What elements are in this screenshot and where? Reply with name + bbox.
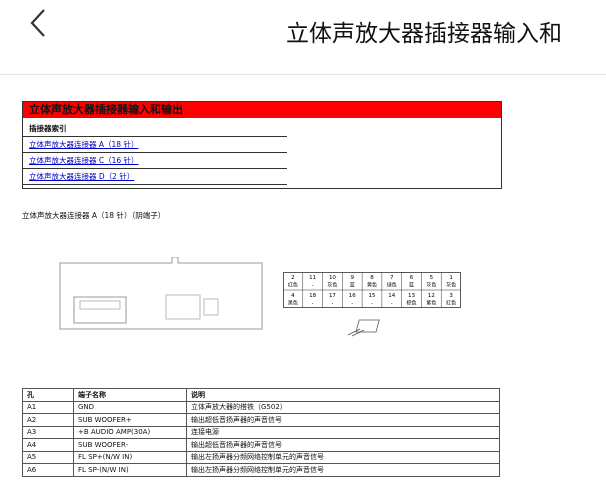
table-row: A4 SUB WOOFER- 输出超低音扬声器的声音信号 — [22, 438, 500, 452]
table-header-row: 孔 端子名称 说明 — [22, 388, 500, 402]
pin-wire-color: 蓝 — [409, 282, 414, 289]
pin-wire-color: 蓝 — [350, 282, 355, 289]
pin-wire-color: 灰色 — [446, 282, 456, 289]
cell-terminal-name: +B AUDIO AMP(30A) — [73, 425, 187, 439]
pin-number: 1 — [449, 275, 453, 281]
connector-pin-layout: 2红色11-10灰色9蓝8黄色7绿色6蓝5灰色1灰色4黑色18-17-16-15… — [283, 272, 461, 308]
pin-wire-color: 红色 — [288, 282, 298, 289]
cell-terminal-name: SUB WOOFER- — [73, 438, 187, 452]
page-title: 立体声放大器插接器输入和 — [286, 21, 562, 47]
back-button[interactable] — [26, 6, 50, 40]
app-header: 立体声放大器插接器输入和 — [0, 0, 606, 75]
pin-number: 17 — [329, 293, 336, 299]
table-row: A2 SUB WOOFER+ 输出超低音扬声器的声音信号 — [22, 413, 500, 427]
pin-wire-color: 红色 — [446, 300, 456, 307]
pin-number: 9 — [350, 275, 354, 281]
cell-terminal-name: FL SP-(N/W IN) — [73, 463, 187, 477]
cell-description: 立体声放大器的搭铁（G502） — [186, 400, 500, 414]
cell-description: 输出超低音扬声器的声音信号 — [186, 438, 500, 452]
cell-hole: A1 — [22, 400, 74, 414]
amplifier-outline-diagram — [59, 257, 263, 330]
pin-wire-color: 黄色 — [367, 282, 377, 289]
pin-wire-color: 棕色 — [407, 300, 417, 307]
pin-wire-color: 灰色 — [426, 282, 436, 289]
cell-hole: A4 — [22, 438, 74, 452]
pin-number: 16 — [349, 293, 356, 299]
pin-number: 14 — [388, 293, 395, 299]
connector-index-box: 立体声放大器插接器输入和输出 插接器索引 立体声放大器连接器 A（18 针） 立… — [22, 101, 502, 189]
terminal-description-table: 孔 端子名称 说明 A1 GND 立体声放大器的搭铁（G502） A2 SUB … — [22, 388, 500, 477]
cell-terminal-name: FL SP+(N/W IN) — [73, 450, 187, 464]
pin-wire-color: - — [351, 301, 353, 307]
table-row: A3 +B AUDIO AMP(30A) 连接电源 — [22, 425, 500, 439]
pin-number: 11 — [309, 275, 316, 281]
pin-number: 12 — [428, 293, 435, 299]
index-link-connector-a[interactable]: 立体声放大器连接器 A（18 针） — [23, 136, 287, 152]
pin-wire-color: 灰色 — [327, 282, 337, 289]
cell-hole: A3 — [22, 425, 74, 439]
pin-number: 8 — [370, 275, 374, 281]
cell-terminal-name: SUB WOOFER+ — [73, 413, 187, 427]
table-row: A5 FL SP+(N/W IN) 输出左扬声器分频网络控制单元的声音信号 — [22, 450, 500, 464]
pin-number: 15 — [369, 293, 376, 299]
cell-description: 连接电源 — [186, 425, 500, 439]
cell-description: 输出左扬声器分频网络控制单元的声音信号 — [186, 463, 500, 477]
pin-number: 7 — [390, 275, 394, 281]
index-heading: 立体声放大器插接器输入和输出 — [23, 102, 501, 118]
chevron-left-icon — [30, 9, 45, 37]
cell-hole: A6 — [22, 463, 74, 477]
plug-connector-icon — [347, 319, 380, 337]
connector-caption: 立体声放大器连接器 A（18 针）（阴端子） — [22, 211, 166, 220]
pin-wire-color: 紫色 — [426, 300, 436, 307]
pin-wire-color: 黑色 — [288, 300, 298, 307]
table-row: A6 FL SP-(N/W IN) 输出左扬声器分频网络控制单元的声音信号 — [22, 463, 500, 477]
pin-number: 6 — [410, 275, 414, 281]
pin-number: 18 — [309, 293, 316, 299]
pin-wire-color: - — [312, 283, 314, 289]
document-view[interactable]: 立体声放大器插接器输入和输出 插接器索引 立体声放大器连接器 A（18 针） 立… — [0, 75, 606, 492]
pin-number: 13 — [408, 293, 415, 299]
index-link-connector-c[interactable]: 立体声放大器连接器 C（16 针） — [23, 152, 287, 168]
index-subheading: 插接器索引 — [29, 124, 67, 133]
pin-number: 10 — [329, 275, 336, 281]
pin-wire-color: 绿色 — [387, 282, 397, 289]
cell-hole: A2 — [22, 413, 74, 427]
cell-description: 输出超低音扬声器的声音信号 — [186, 413, 500, 427]
column-header-description: 说明 — [186, 388, 500, 402]
pin-wire-color: - — [371, 301, 373, 307]
table-row: A1 GND 立体声放大器的搭铁（G502） — [22, 400, 500, 414]
pin-number: 3 — [449, 293, 453, 299]
pin-wire-color: - — [312, 301, 314, 307]
pin-wire-color: - — [332, 301, 334, 307]
index-link-connector-d[interactable]: 立体声放大器连接器 D（2 针） — [23, 168, 287, 185]
cell-hole: A5 — [22, 450, 74, 464]
pin-number: 5 — [430, 275, 434, 281]
pin-wire-color: - — [391, 301, 393, 307]
column-header-terminal-name: 端子名称 — [73, 388, 187, 402]
pin-number: 4 — [291, 293, 295, 299]
column-header-hole: 孔 — [22, 388, 74, 402]
pin-number: 2 — [291, 275, 295, 281]
cell-terminal-name: GND — [73, 400, 187, 414]
cell-description: 输出左扬声器分频网络控制单元的声音信号 — [186, 450, 500, 464]
